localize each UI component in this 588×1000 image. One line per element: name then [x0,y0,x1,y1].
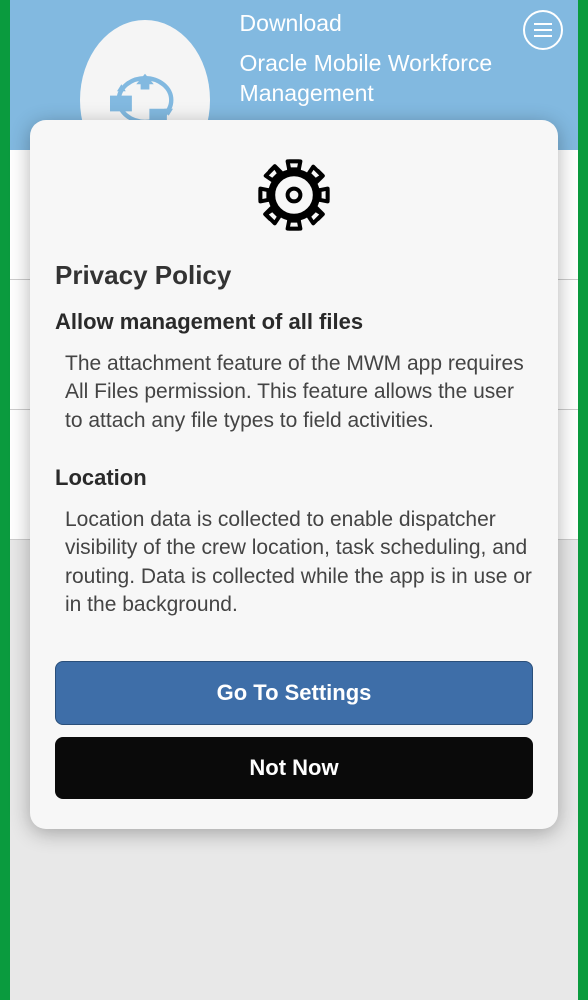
section-body-files: The attachment feature of the MWM app re… [55,350,533,435]
menu-line-icon [534,29,552,31]
section-body-location: Location data is collected to enable dis… [55,506,533,619]
menu-line-icon [534,23,552,25]
go-to-settings-button[interactable]: Go To Settings [55,661,533,725]
dialog-title: Privacy Policy [55,260,533,291]
hamburger-menu-button[interactable] [523,10,563,50]
app-title: Oracle Mobile Workforce Management [240,49,558,109]
header-text-block: Download Oracle Mobile Workforce Managem… [240,10,558,109]
not-now-button[interactable]: Not Now [55,737,533,799]
section-heading-files: Allow management of all files [55,309,533,335]
menu-line-icon [534,35,552,37]
section-heading-location: Location [55,465,533,491]
gear-icon [254,155,334,235]
privacy-policy-dialog: Privacy Policy Allow management of all f… [30,120,558,829]
gear-icon-wrap [55,140,533,260]
download-label: Download [240,10,558,37]
